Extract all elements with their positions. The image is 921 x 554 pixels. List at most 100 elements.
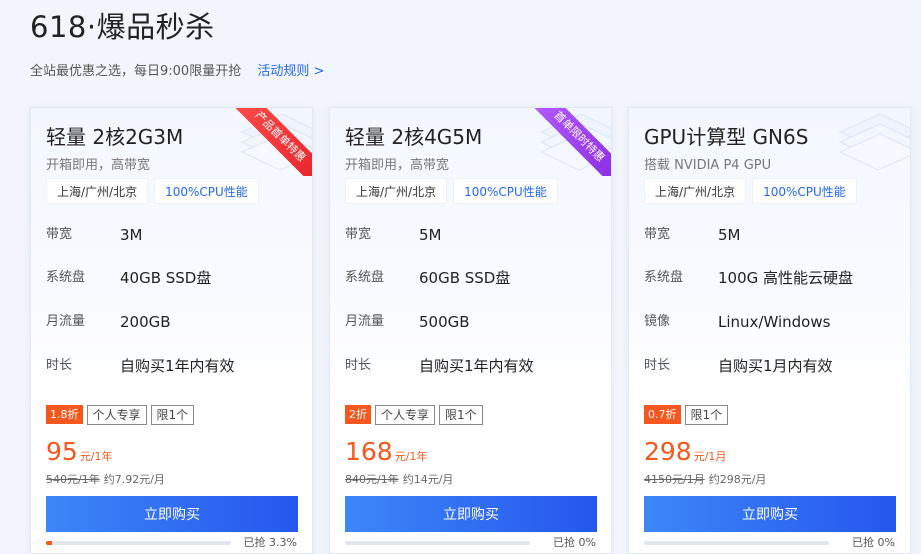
original-price-value: 4150元/1月 xyxy=(644,473,705,486)
spec-value: 100G 高性能云硬盘 xyxy=(718,269,854,287)
spec-row: 时长 自购买1年内有效 xyxy=(46,356,235,376)
tag-list: 上海/广州/北京 100%CPU性能 xyxy=(46,178,259,204)
product-card: 首单限时特惠 轻量 2核4G5M 开箱即用，高带宽 上海/广州/北京 100%C… xyxy=(329,107,612,554)
buy-now-button[interactable]: 立即购买 xyxy=(644,496,896,532)
product-title: 轻量 2核4G5M xyxy=(345,125,483,149)
sold-percentage: 已抢 0% xyxy=(852,536,895,549)
tag-list: 上海/广州/北京 100%CPU性能 xyxy=(345,178,558,204)
spec-label: 时长 xyxy=(644,358,671,373)
spec-label: 月流量 xyxy=(345,314,385,329)
server-illustration-icon xyxy=(838,113,910,171)
limit-badge: 限1个 xyxy=(684,405,729,425)
limit-badge: 限1个 xyxy=(439,405,483,425)
spec-value: Linux/Windows xyxy=(718,313,831,331)
sold-progress-bar xyxy=(46,541,231,545)
spec-row: 时长 自购买1月内有效 xyxy=(644,356,833,376)
spec-value: 自购买1月内有效 xyxy=(718,357,833,375)
cpu-tag: 100%CPU性能 xyxy=(752,178,857,204)
badge-list: 1.8折 个人专享 限1个 xyxy=(46,405,195,425)
spec-value: 自购买1年内有效 xyxy=(419,357,534,375)
ribbon-corner: 产品首单特惠 xyxy=(232,108,312,176)
personal-only-badge: 个人专享 xyxy=(86,405,147,425)
monthly-price: 约7.92元/月 xyxy=(103,473,165,486)
personal-only-badge: 个人专享 xyxy=(375,405,436,425)
spec-label: 时长 xyxy=(345,358,372,373)
discount-badge: 1.8折 xyxy=(46,405,83,424)
spec-value: 3M xyxy=(120,226,143,244)
sold-progress-bar xyxy=(644,541,829,545)
product-card: GPU计算型 GN6S 搭载 NVIDIA P4 GPU 上海/广州/北京 10… xyxy=(628,107,911,554)
sold-percentage: 已抢 3.3% xyxy=(243,536,297,549)
buy-now-button[interactable]: 立即购买 xyxy=(46,496,298,532)
badge-list: 0.7折 限1个 xyxy=(644,405,729,425)
price: 168 元/1年 xyxy=(345,438,427,466)
monthly-price: 约14元/月 xyxy=(402,473,454,486)
cpu-tag: 100%CPU性能 xyxy=(154,178,259,204)
spec-row: 镜像 Linux/Windows xyxy=(644,312,830,332)
spec-value: 60GB SSD盘 xyxy=(419,269,511,287)
spec-row: 时长 自购买1年内有效 xyxy=(345,356,534,376)
price: 298 元/1月 xyxy=(644,438,726,466)
price-unit: 元/1年 xyxy=(79,450,113,463)
spec-label: 系统盘 xyxy=(46,270,86,285)
product-title: GPU计算型 GN6S xyxy=(644,125,809,149)
product-desc: 搭载 NVIDIA P4 GPU xyxy=(644,158,772,173)
spec-row: 带宽 5M xyxy=(345,225,442,245)
spec-value: 200GB xyxy=(120,313,171,331)
region-tag: 上海/广州/北京 xyxy=(644,178,747,204)
price-value: 298 xyxy=(644,437,692,466)
spec-value: 自购买1年内有效 xyxy=(120,357,235,375)
spec-row: 月流量 200GB xyxy=(46,312,171,332)
discount-badge: 2折 xyxy=(345,405,371,424)
product-desc: 开箱即用，高带宽 xyxy=(345,158,450,173)
cpu-tag: 100%CPU性能 xyxy=(453,178,558,204)
ribbon-corner: 首单限时特惠 xyxy=(531,108,611,176)
page-subtitle: 全站最优惠之选，每日9:00限量开抢 xyxy=(30,64,242,79)
sold-progress-fill xyxy=(46,541,53,545)
monthly-price: 约298元/月 xyxy=(708,473,767,486)
spec-label: 镜像 xyxy=(644,314,671,329)
spec-row: 系统盘 60GB SSD盘 xyxy=(345,268,510,288)
subtitle-row: 全站最优惠之选，每日9:00限量开抢 活动规则 > xyxy=(30,60,324,79)
product-desc: 开箱即用，高带宽 xyxy=(46,158,151,173)
price-unit: 元/1月 xyxy=(693,450,727,463)
spec-row: 系统盘 100G 高性能云硬盘 xyxy=(644,268,853,288)
region-tag: 上海/广州/北京 xyxy=(46,178,149,204)
spec-label: 带宽 xyxy=(345,227,372,242)
page-header: 618·爆品秒杀 全站最优惠之选，每日9:00限量开抢 活动规则 > xyxy=(30,4,324,79)
sold-progress-bar xyxy=(345,541,530,545)
promo-ribbon: 首单限时特惠 xyxy=(531,108,611,176)
spec-label: 系统盘 xyxy=(345,270,385,285)
promo-ribbon: 产品首单特惠 xyxy=(232,108,312,176)
buy-now-button[interactable]: 立即购买 xyxy=(345,496,597,532)
discount-badge: 0.7折 xyxy=(644,405,681,424)
price-value: 95 xyxy=(46,437,78,466)
original-price-value: 840元/1年 xyxy=(345,473,399,486)
spec-label: 系统盘 xyxy=(644,270,684,285)
original-price: 540元/1年 约7.92元/月 xyxy=(46,471,165,487)
spec-label: 月流量 xyxy=(46,314,86,329)
spec-row: 带宽 3M xyxy=(46,225,143,245)
original-price: 4150元/1月 约298元/月 xyxy=(644,471,766,487)
spec-row: 月流量 500GB xyxy=(345,312,470,332)
badge-list: 2折 个人专享 限1个 xyxy=(345,405,483,425)
price-value: 168 xyxy=(345,437,393,466)
spec-label: 带宽 xyxy=(644,227,671,242)
spec-value: 5M xyxy=(419,226,442,244)
spec-value: 5M xyxy=(718,226,741,244)
spec-label: 时长 xyxy=(46,358,73,373)
page-title: 618·爆品秒杀 xyxy=(30,10,215,44)
activity-rules-link[interactable]: 活动规则 > xyxy=(257,64,324,79)
product-title: 轻量 2核2G3M xyxy=(46,125,184,149)
price: 95 元/1年 xyxy=(46,438,113,466)
product-card: 产品首单特惠 轻量 2核2G3M 开箱即用，高带宽 上海/广州/北京 100%C… xyxy=(30,107,313,554)
spec-value: 500GB xyxy=(419,313,470,331)
limit-badge: 限1个 xyxy=(150,405,195,425)
price-unit: 元/1年 xyxy=(394,450,428,463)
original-price-value: 540元/1年 xyxy=(46,473,100,486)
spec-value: 40GB SSD盘 xyxy=(120,269,212,287)
region-tag: 上海/广州/北京 xyxy=(345,178,448,204)
sold-percentage: 已抢 0% xyxy=(553,536,596,549)
spec-label: 带宽 xyxy=(46,227,73,242)
original-price: 840元/1年 约14元/月 xyxy=(345,471,453,487)
